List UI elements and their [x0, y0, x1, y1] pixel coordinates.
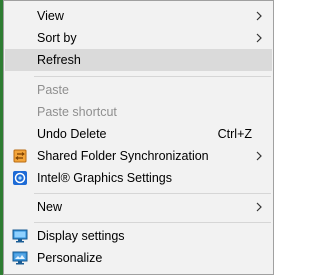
menu-item-undo-delete-label: Undo Delete	[37, 127, 107, 141]
menu-item-refresh[interactable]: Refresh	[5, 49, 272, 71]
menu-item-new-label: New	[37, 200, 63, 214]
menu-separator	[34, 76, 271, 77]
display-icon	[12, 229, 28, 243]
menu-item-personalize-label: Personalize	[37, 251, 103, 265]
intel-graphics-icon	[13, 171, 27, 185]
menu-separator	[34, 222, 271, 223]
chevron-right-icon	[256, 202, 262, 212]
sync-folder-icon	[13, 149, 27, 163]
desktop-context-menu: View Sort by Refresh Paste Paste shortcu…	[3, 0, 274, 275]
menu-item-intel-graphics-settings-label: Intel® Graphics Settings	[37, 171, 172, 185]
menu-item-undo-delete[interactable]: Undo Delete Ctrl+Z	[5, 123, 272, 145]
chevron-right-icon	[256, 33, 262, 43]
menu-item-display-settings[interactable]: Display settings	[5, 225, 272, 247]
menu-item-refresh-label: Refresh	[37, 53, 81, 67]
menu-item-intel-graphics-settings[interactable]: Intel® Graphics Settings	[5, 167, 272, 189]
menu-separator	[34, 193, 271, 194]
menu-item-sort-by-label: Sort by	[37, 31, 77, 45]
menu-item-view-label: View	[37, 9, 64, 23]
menu-item-display-settings-label: Display settings	[37, 229, 125, 243]
menu-item-paste-label: Paste	[37, 83, 69, 97]
menu-item-paste[interactable]: Paste	[5, 79, 272, 101]
menu-item-shared-folder-sync-label: Shared Folder Synchronization	[37, 149, 209, 163]
menu-item-sort-by[interactable]: Sort by	[5, 27, 272, 49]
menu-item-view[interactable]: View	[5, 5, 272, 27]
menu-item-shared-folder-sync[interactable]: Shared Folder Synchronization	[5, 145, 272, 167]
menu-item-personalize[interactable]: Personalize	[5, 247, 272, 269]
menu-item-undo-delete-shortcut: Ctrl+Z	[217, 127, 252, 141]
chevron-right-icon	[256, 151, 262, 161]
menu-item-paste-shortcut-label: Paste shortcut	[37, 105, 117, 119]
menu-item-paste-shortcut[interactable]: Paste shortcut	[5, 101, 272, 123]
chevron-right-icon	[256, 11, 262, 21]
personalize-icon	[12, 251, 28, 265]
menu-item-new[interactable]: New	[5, 196, 272, 218]
